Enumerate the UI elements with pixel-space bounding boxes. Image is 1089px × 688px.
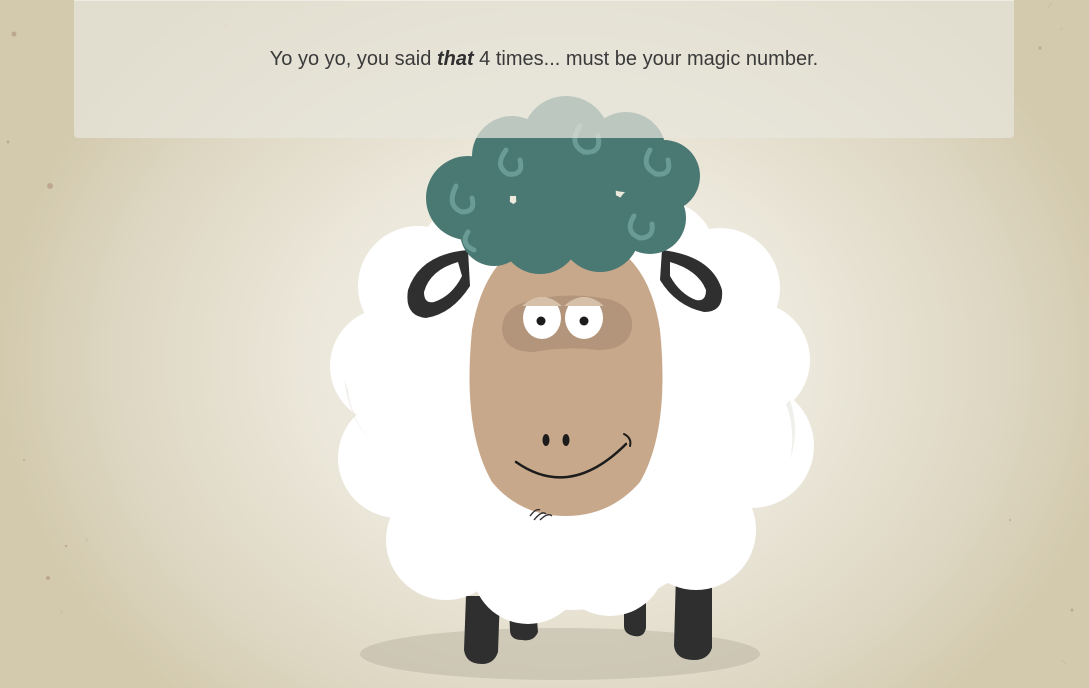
sheep-face <box>469 234 663 516</box>
message-suffix: times... must be your magic number. <box>490 48 819 70</box>
message-prefix: Yo yo yo, you said <box>269 48 437 70</box>
message-count: 4 <box>479 48 491 70</box>
message-emphasis: that <box>436 48 474 70</box>
message-banner: Yo yo yo, you said that 4 times... must … <box>74 0 1014 138</box>
message-text: Yo yo yo, you said that 4 times... must … <box>74 48 1014 71</box>
